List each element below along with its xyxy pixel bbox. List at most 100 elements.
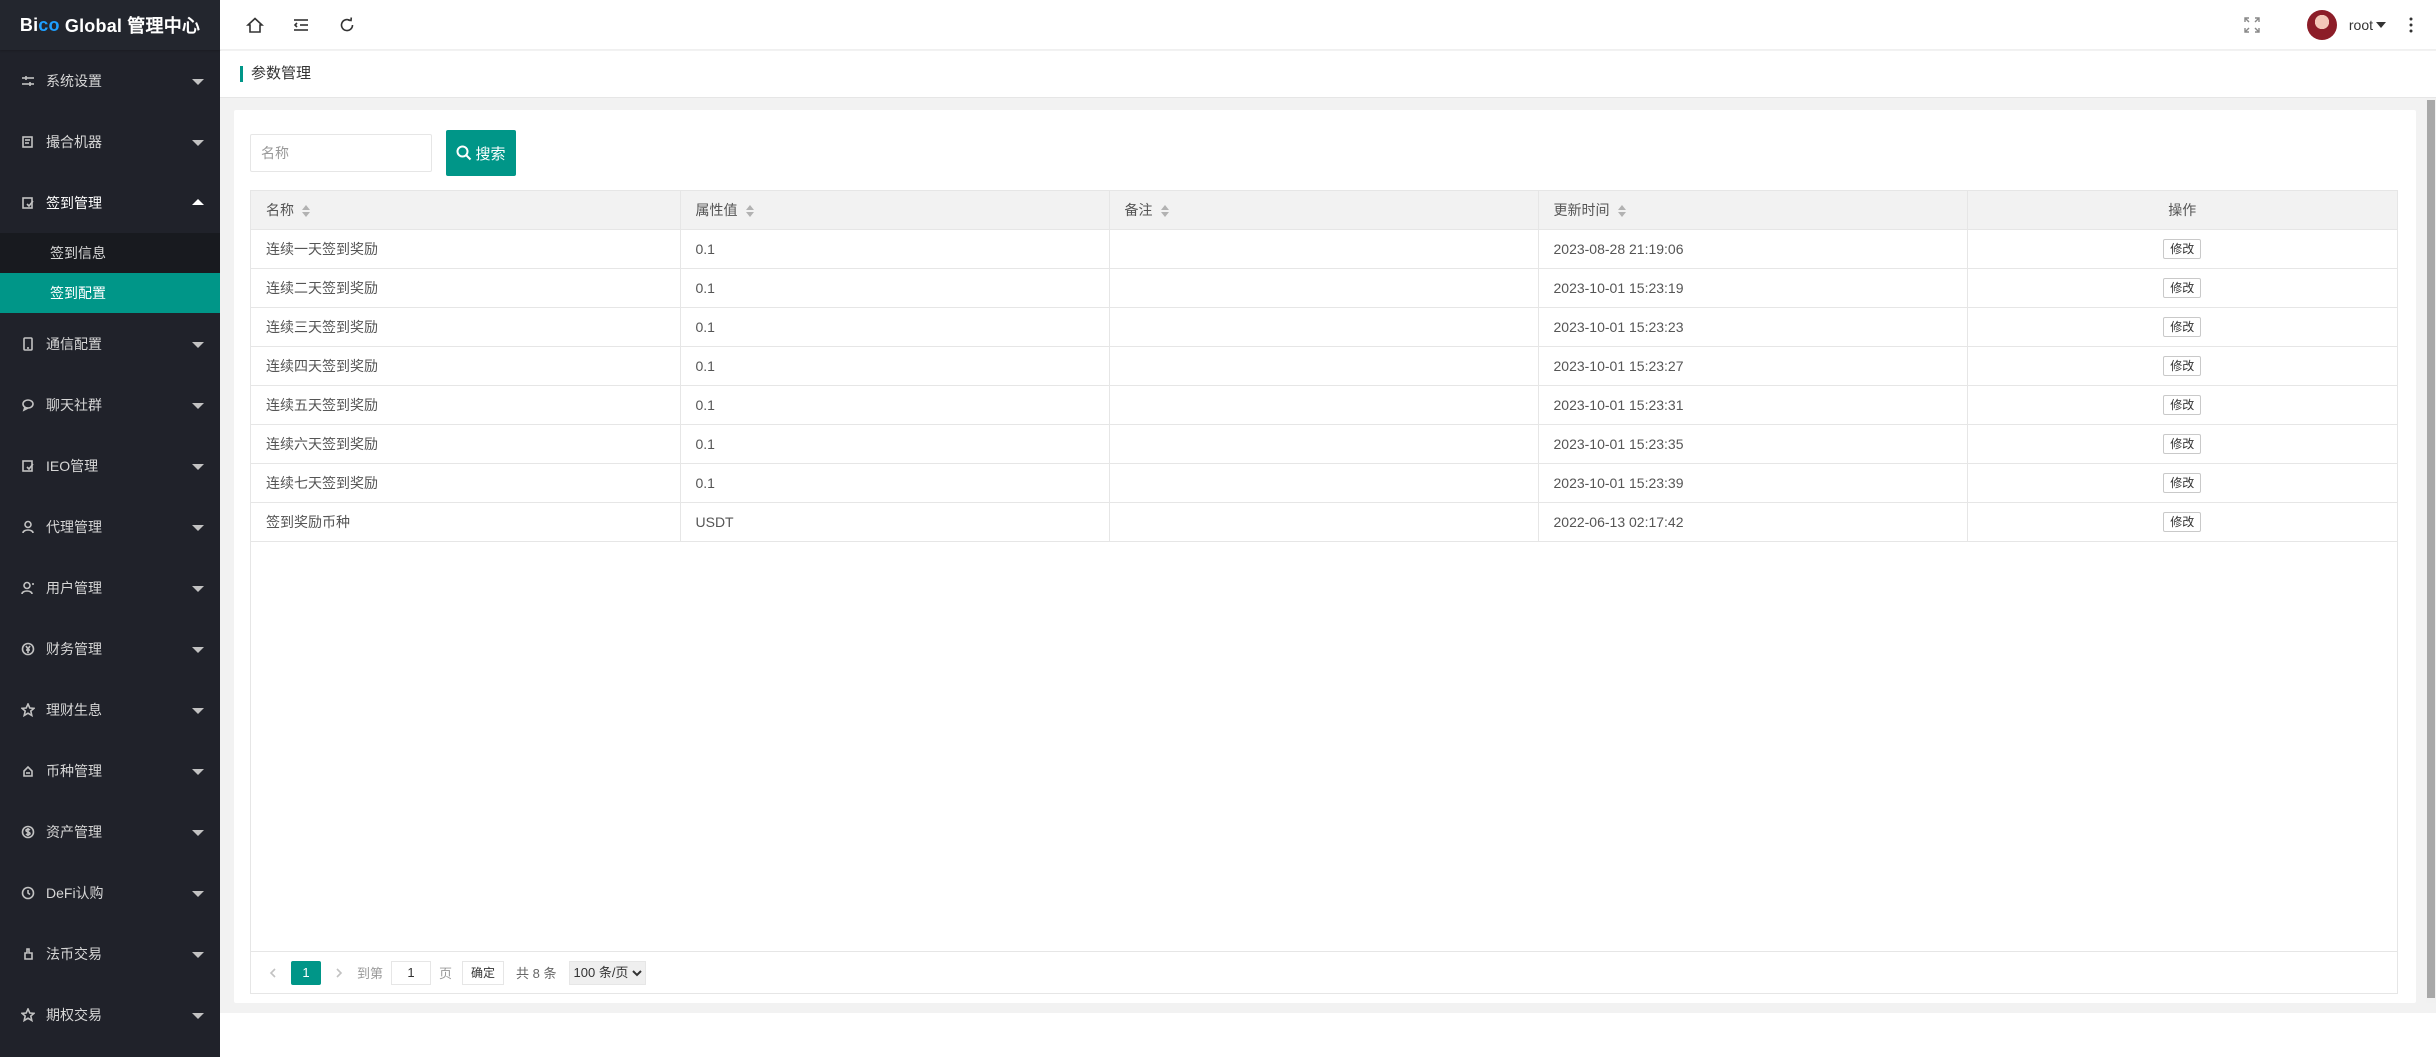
- table-row: 连续三天签到奖励 0.1 2023-10-01 15:23:23 修改: [251, 307, 2397, 347]
- sort-icon[interactable]: [1617, 205, 1626, 218]
- column-header-action: 操作: [1967, 191, 2397, 230]
- main-card: 搜索 名称 属性值 备注 更新时间 操作 连续一天签到奖励 0.1: [234, 110, 2416, 1003]
- chevron-down-icon: [192, 402, 204, 409]
- cell-action: 修改: [1967, 229, 2397, 269]
- cell-name: 连续二天签到奖励: [251, 268, 681, 308]
- search-button[interactable]: 搜索: [446, 130, 516, 176]
- sidebar-subitem-checkin-info[interactable]: 签到信息: [0, 233, 220, 273]
- current-page[interactable]: 1: [291, 960, 321, 985]
- sliders-icon: [20, 73, 36, 89]
- cell-remark: [1109, 502, 1539, 542]
- scrollbar-thumb[interactable]: [2427, 100, 2435, 998]
- page-jump-confirm-button[interactable]: 确定: [462, 960, 505, 985]
- chevron-up-icon: [192, 198, 204, 205]
- refresh-button[interactable]: [324, 0, 370, 50]
- sidebar-submenu-checkin: 签到信息 签到配置: [0, 233, 220, 313]
- cell-value: 0.1: [680, 385, 1110, 425]
- home-button[interactable]: [232, 0, 278, 50]
- cell-action: 修改: [1967, 385, 2397, 425]
- sort-icon[interactable]: [745, 205, 754, 218]
- cell-time: 2022-06-13 02:17:42: [1538, 502, 1968, 542]
- sidebar-item-ieo[interactable]: IEO管理: [0, 435, 220, 496]
- column-header-name[interactable]: 名称: [251, 191, 681, 230]
- edit-button[interactable]: 修改: [2163, 238, 2202, 259]
- table-row: 连续六天签到奖励 0.1 2023-10-01 15:23:35 修改: [251, 424, 2397, 464]
- table-row: 签到奖励币种 USDT 2022-06-13 02:17:42 修改: [251, 502, 2397, 542]
- cell-name: 连续六天签到奖励: [251, 424, 681, 464]
- table-row: 连续一天签到奖励 0.1 2023-08-28 21:19:06 修改: [251, 229, 2397, 269]
- edit-button[interactable]: 修改: [2163, 277, 2202, 298]
- cell-value: 0.1: [680, 463, 1110, 503]
- top-header: root: [220, 0, 2436, 50]
- edit-button[interactable]: 修改: [2163, 472, 2202, 493]
- edit-button[interactable]: 修改: [2163, 394, 2202, 415]
- sort-icon[interactable]: [302, 205, 310, 218]
- cell-remark: [1109, 463, 1539, 503]
- ieo-icon: [20, 458, 36, 474]
- edit-button[interactable]: 修改: [2163, 433, 2202, 454]
- user-icon: [20, 580, 36, 596]
- cell-time: 2023-10-01 15:23:27: [1538, 346, 1968, 386]
- cell-action: 修改: [1967, 502, 2397, 542]
- table-header-row: 名称 属性值 备注 更新时间 操作: [251, 191, 2397, 230]
- sidebar-item-finance[interactable]: 财务管理: [0, 618, 220, 679]
- name-search-input[interactable]: [250, 134, 432, 172]
- sidebar-item-assets[interactable]: 资产管理: [0, 801, 220, 862]
- more-button[interactable]: [2396, 17, 2426, 33]
- sidebar-item-fiat[interactable]: 法币交易: [0, 923, 220, 984]
- page-scrollbar[interactable]: [2426, 98, 2436, 1003]
- sidebar-item-checkin[interactable]: 签到管理: [0, 172, 220, 233]
- column-header-remark[interactable]: 备注: [1109, 191, 1539, 230]
- sort-icon[interactable]: [1160, 205, 1169, 218]
- app-logo[interactable]: Bi co Global 管理中心: [0, 0, 220, 50]
- cell-action: 修改: [1967, 307, 2397, 347]
- page-size-select[interactable]: 100 条/页: [568, 960, 646, 985]
- column-header-value[interactable]: 属性值: [680, 191, 1110, 230]
- cell-time: 2023-08-28 21:19:06: [1538, 229, 1968, 269]
- sidebar-item-agent[interactable]: 代理管理: [0, 496, 220, 557]
- edit-button[interactable]: 修改: [2163, 511, 2202, 532]
- search-icon: [456, 145, 472, 161]
- indent-icon: [293, 18, 308, 31]
- sidebar-item-wealth[interactable]: 理财生息: [0, 679, 220, 740]
- chevron-down-icon: [192, 768, 204, 775]
- fullscreen-icon: [2244, 17, 2260, 33]
- cell-remark: [1109, 307, 1539, 347]
- sidebar-item-chat-group[interactable]: 聊天社群: [0, 374, 220, 435]
- sidebar-item-system-settings[interactable]: 系统设置: [0, 50, 220, 111]
- sidebar-item-coins[interactable]: 币种管理: [0, 740, 220, 801]
- page-jump-input[interactable]: [391, 960, 432, 985]
- chevron-down-icon: [192, 139, 204, 146]
- edit-button[interactable]: 修改: [2163, 355, 2202, 376]
- table-row: 连续五天签到奖励 0.1 2023-10-01 15:23:31 修改: [251, 385, 2397, 425]
- user-menu[interactable]: root: [2306, 10, 2386, 40]
- cell-value: 0.1: [680, 346, 1110, 386]
- sidebar-item-communication[interactable]: 通信配置: [0, 313, 220, 374]
- sidebar-subitem-checkin-config[interactable]: 签到配置: [0, 273, 220, 313]
- cell-time: 2023-10-01 15:23:23: [1538, 307, 1968, 347]
- column-header-update-time[interactable]: 更新时间: [1538, 191, 1968, 230]
- chevron-down-icon: [192, 524, 204, 531]
- phone-icon: [20, 336, 36, 352]
- page-jump: 到第 页 确定: [357, 960, 505, 985]
- footer-strip: [220, 1013, 2436, 1057]
- sidebar-item-matching-robot[interactable]: 撮合机器: [0, 111, 220, 172]
- chevron-down-icon: [192, 341, 204, 348]
- sidebar-item-users[interactable]: 用户管理: [0, 557, 220, 618]
- cell-remark: [1109, 424, 1539, 464]
- cell-remark: [1109, 346, 1539, 386]
- cell-time: 2023-10-01 15:23:39: [1538, 463, 1968, 503]
- fullscreen-button[interactable]: [2227, 17, 2277, 33]
- cell-name: 连续七天签到奖励: [251, 463, 681, 503]
- chevron-down-icon: [192, 463, 204, 470]
- cell-action: 修改: [1967, 268, 2397, 308]
- sidebar-item-defi[interactable]: DeFi认购: [0, 862, 220, 923]
- cell-time: 2023-10-01 15:23:35: [1538, 424, 1968, 464]
- username: root: [2348, 17, 2373, 33]
- collapse-sidebar-button[interactable]: [278, 0, 324, 50]
- sidebar-item-options[interactable]: 期权交易: [0, 984, 220, 1045]
- next-page-button[interactable]: [331, 965, 347, 981]
- page-title: 参数管理: [240, 66, 311, 82]
- edit-button[interactable]: 修改: [2163, 316, 2202, 337]
- prev-page-button[interactable]: [265, 965, 281, 981]
